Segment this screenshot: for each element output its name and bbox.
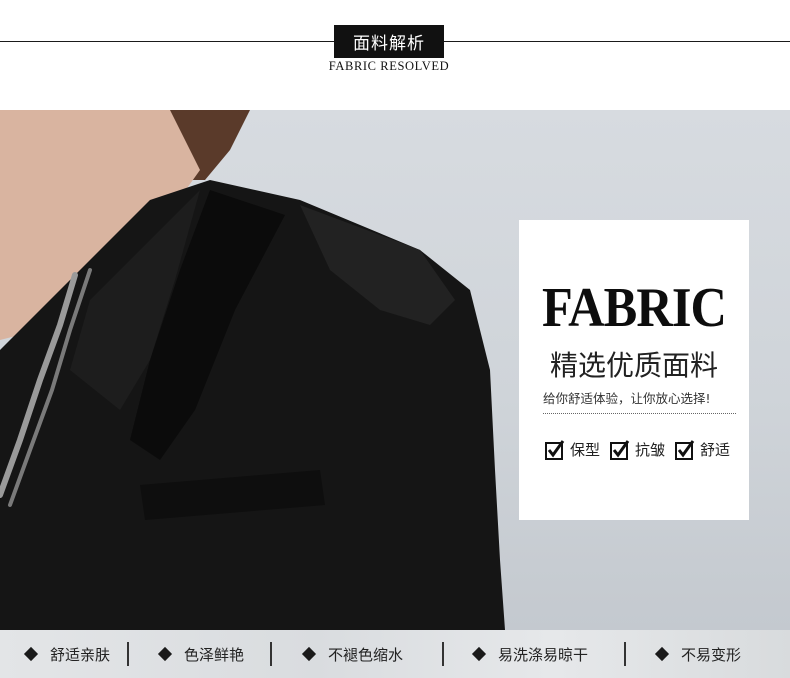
diamond-icon — [301, 646, 317, 662]
checkbox-checked-icon — [610, 439, 630, 460]
check-item: 舒适 — [675, 439, 730, 460]
card-headline: FABRIC — [541, 277, 727, 339]
check-label: 舒适 — [700, 441, 731, 459]
feature-item: 舒适亲肤 — [23, 642, 111, 666]
dotted-divider — [543, 413, 736, 414]
card-slogan: 给你舒适体验，让你放心选择! — [543, 391, 711, 406]
diamond-icon — [157, 646, 173, 662]
check-item: 抗皱 — [610, 439, 665, 460]
check-item: 保型 — [545, 439, 600, 460]
check-label: 抗皱 — [635, 441, 666, 459]
feature-label: 不易变形 — [681, 645, 742, 664]
feature-separator — [624, 642, 626, 666]
section-title: 面料解析 — [334, 25, 444, 58]
feature-item: 色泽鲜艳 — [157, 642, 245, 666]
check-list: 保型 抗皱 舒适 — [545, 439, 740, 460]
section-header: 面料解析 FABRIC RESOLVED — [0, 0, 790, 110]
feature-label: 不褪色缩水 — [328, 645, 404, 664]
check-label: 保型 — [570, 441, 601, 459]
feature-label: 舒适亲肤 — [50, 645, 111, 664]
diamond-icon — [471, 646, 487, 662]
feature-item: 易洗涤易晾干 — [471, 642, 589, 666]
feature-label: 易洗涤易晾干 — [498, 645, 589, 664]
feature-separator — [270, 642, 272, 666]
diamond-icon — [654, 646, 670, 662]
diamond-icon — [23, 646, 39, 662]
checkbox-checked-icon — [675, 439, 695, 460]
feature-item: 不褪色缩水 — [301, 642, 404, 666]
feature-separator — [442, 642, 444, 666]
feature-item: 不易变形 — [654, 642, 742, 666]
checkbox-checked-icon — [545, 439, 565, 460]
feature-separator — [127, 642, 129, 666]
feature-label: 色泽鲜艳 — [184, 645, 245, 664]
feature-bar: 舒适亲肤 色泽鲜艳 不褪色缩水 易洗涤易晾干 不易变形 — [0, 630, 790, 678]
section-subtitle: FABRIC RESOLVED — [328, 59, 450, 73]
fabric-card: FABRIC 精选优质面料 给你舒适体验，让你放心选择! 保型 抗皱 舒适 — [519, 220, 749, 520]
card-title: 精选优质面料 — [549, 349, 718, 382]
